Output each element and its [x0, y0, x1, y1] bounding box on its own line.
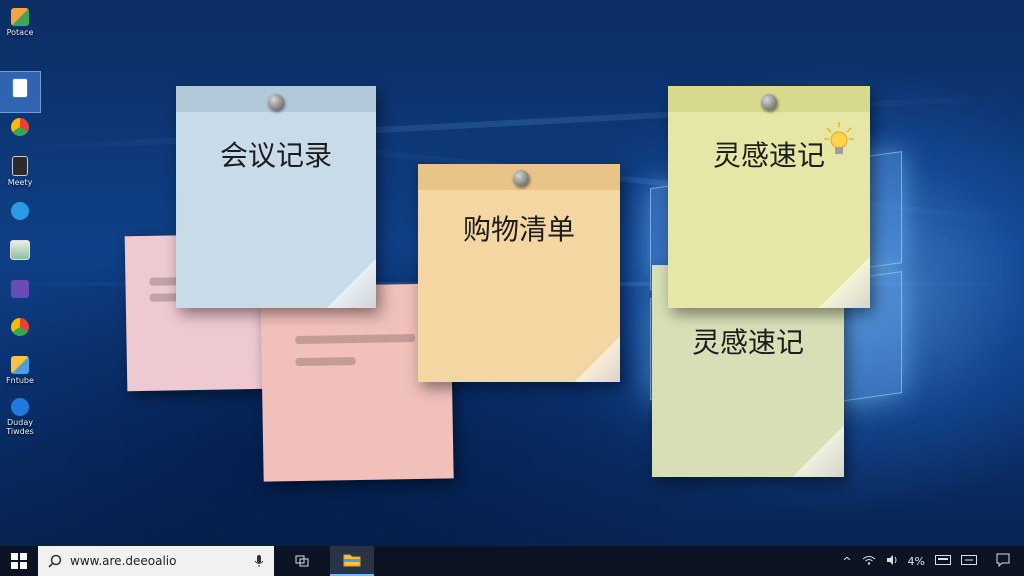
desktop-icon[interactable]: Meety — [0, 156, 40, 187]
keyboard-icon[interactable] — [930, 554, 956, 568]
vpn-icon — [11, 280, 29, 298]
chrome-icon — [11, 318, 29, 336]
desktop-icon[interactable] — [0, 71, 41, 113]
file-explorer-icon — [343, 554, 361, 567]
note-title: 灵感速记 — [691, 326, 804, 359]
windows-start-icon — [11, 553, 27, 569]
edge-icon — [11, 398, 29, 416]
lightbulb-icon — [824, 122, 854, 154]
page-curl — [818, 256, 870, 308]
desktop-icon[interactable] — [0, 118, 40, 138]
system-tray: ^ 4% — [837, 546, 1024, 576]
page-curl — [792, 425, 844, 477]
app-icon — [11, 356, 29, 374]
app-icon — [11, 8, 29, 26]
microphone-icon[interactable] — [254, 554, 264, 568]
wifi-icon[interactable] — [857, 555, 881, 568]
battery-percent[interactable]: 4% — [903, 555, 930, 568]
chrome-icon — [11, 118, 29, 136]
show-hidden-icons-chevron[interactable]: ^ — [837, 555, 856, 568]
notification-icon[interactable] — [982, 553, 1024, 570]
desktop-icon[interactable] — [0, 240, 40, 262]
task-view-icon — [295, 555, 309, 567]
sticky-note[interactable]: 购物清单 — [418, 164, 620, 382]
document-icon — [12, 78, 28, 98]
monitor-icon — [10, 240, 30, 260]
file-explorer-button[interactable] — [330, 546, 374, 576]
page-curl — [326, 258, 376, 308]
page-curl — [574, 336, 620, 382]
light-beam — [0, 93, 1024, 153]
sticky-note[interactable]: 会议记录 — [176, 86, 376, 308]
desktop-icon[interactable]: Potace — [0, 8, 40, 37]
taskbar-search-box[interactable]: www.are.deeoalio — [38, 546, 274, 576]
desktop-icon[interactable] — [0, 318, 40, 338]
pin-icon — [513, 170, 529, 186]
desktop-icon[interactable] — [0, 202, 40, 222]
notes-icon — [12, 156, 28, 176]
desktop-icon[interactable] — [0, 280, 40, 300]
pin-icon — [761, 94, 777, 110]
task-view-button[interactable] — [274, 546, 330, 576]
sticky-note[interactable]: 灵感速记 — [668, 86, 870, 308]
search-icon — [48, 554, 62, 568]
text-line — [295, 333, 416, 345]
desktop-icon-label: Potace — [6, 28, 34, 37]
desktop-icon[interactable]: Fntube — [0, 356, 40, 385]
start-button[interactable] — [0, 546, 38, 576]
volume-icon[interactable] — [881, 554, 903, 568]
note-title: 购物清单 — [462, 213, 575, 246]
text-line — [295, 357, 356, 367]
pin-icon — [268, 94, 284, 110]
desktop-icon[interactable]: Duday Tiwdes — [0, 398, 40, 436]
chat-icon — [11, 202, 29, 220]
taskbar: www.are.deeoalio ^ 4% — [0, 546, 1024, 576]
search-input-text[interactable]: www.are.deeoalio — [70, 554, 254, 568]
network-icon[interactable] — [956, 554, 982, 568]
note-title: 会议记录 — [219, 139, 332, 172]
